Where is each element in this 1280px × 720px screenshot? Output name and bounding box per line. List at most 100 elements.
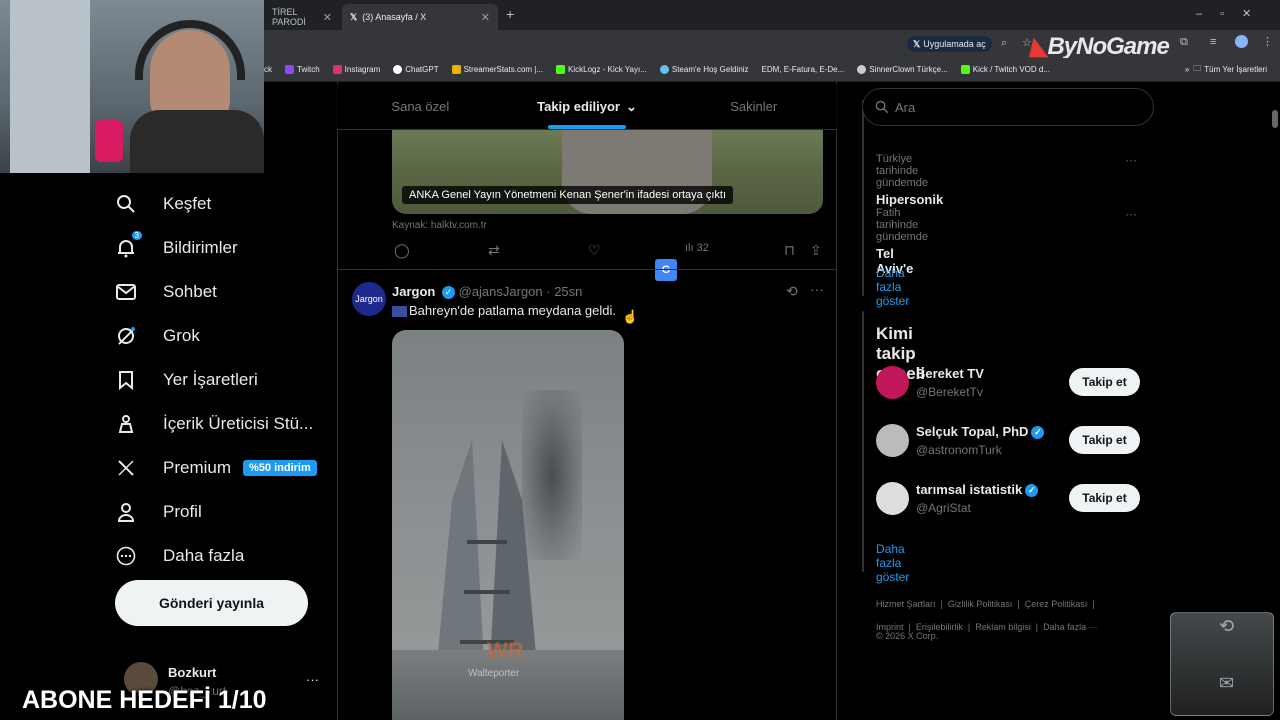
avatar[interactable]: Jargon	[352, 282, 386, 316]
trends-card: Türkiye tarihinde gündemde Hipersonik ··…	[862, 100, 1137, 308]
globe-icon	[857, 65, 867, 74]
kick-icon	[960, 65, 970, 74]
tab-for-you[interactable]: Sana özel	[337, 84, 504, 129]
search-icon	[115, 193, 137, 215]
close-tab-icon[interactable]: ✕	[323, 11, 332, 24]
follow-button[interactable]: Takip et	[1069, 426, 1140, 454]
bookmark-item[interactable]: KickLogz - Kick Yayı...	[556, 65, 647, 74]
twitch-icon	[285, 65, 294, 74]
reply-icon[interactable]: ◯	[394, 242, 410, 259]
window-controls[interactable]: –▫✕	[1196, 7, 1269, 20]
views-icon: ılı	[685, 242, 694, 254]
image-watermark: WR	[487, 638, 524, 663]
browser-tab-active[interactable]: 𝕏 (3) Anasayfa / X ✕	[342, 4, 498, 30]
author-name[interactable]: Jargon	[392, 284, 435, 299]
search-icon	[875, 100, 889, 114]
nav-item-bookmarks[interactable]: Yer İşaretleri	[115, 358, 325, 402]
more-icon[interactable]: ···	[810, 281, 824, 297]
bookmarks-overflow-icon[interactable]: »	[1185, 65, 1189, 74]
divider	[338, 269, 836, 270]
google-translate-icon[interactable]: G	[655, 259, 677, 281]
tab-residents[interactable]: Sakinler	[670, 84, 837, 129]
nav-item-creator-studio[interactable]: İçerik Üreticisi Stü...	[115, 402, 325, 446]
bynogame-logo-icon: ◣	[1030, 33, 1048, 60]
bookmark-item[interactable]: SinnerClown Türkçe...	[857, 65, 948, 74]
browser-tab[interactable]: TİREL PARODİ ✕	[264, 4, 340, 30]
all-bookmarks-folder[interactable]: 🗀 Tüm Yer İşaretleri	[1193, 63, 1267, 77]
tab-following[interactable]: Takip ediliyor ⌄	[504, 84, 671, 129]
bookmark-item[interactable]: Steam'e Hoş Geldiniz	[659, 65, 749, 74]
account-more-icon[interactable]: ···	[306, 672, 319, 687]
subscriber-goal-overlay: ABONE HEDEFİ 1/10	[22, 686, 267, 714]
trend-more-icon[interactable]: ···	[1125, 207, 1137, 221]
bookmark-item[interactable]: ChatGPT	[393, 65, 439, 74]
page-scrollbar[interactable]	[1272, 110, 1278, 128]
avatar	[876, 482, 909, 515]
close-tab-icon[interactable]: ✕	[481, 11, 490, 24]
profile-avatar[interactable]	[1235, 35, 1248, 48]
nav-item-profile[interactable]: Profil	[115, 490, 325, 534]
tweet-media-image[interactable]: ANKA Genel Yayın Yönetmeni Kenan Şener'i…	[392, 130, 823, 214]
tweet-time[interactable]: · 25sn	[546, 284, 582, 299]
messages-floating-icon[interactable]: ✉	[1219, 673, 1234, 694]
views-stat[interactable]: ılı 32	[685, 242, 709, 254]
image-credit: Walteporter	[468, 668, 520, 679]
follow-button[interactable]: Takip et	[1069, 484, 1140, 512]
headset	[135, 20, 245, 80]
bynogame-watermark: ◣ByNoGame	[1030, 33, 1170, 60]
link-source[interactable]: Kaynak: halktv.com.tr	[392, 220, 487, 231]
bookmark-item[interactable]: Kick / Twitch VOD d...	[960, 65, 1050, 74]
webcam-overlay	[0, 0, 264, 173]
footer-link[interactable]: Hizmet Şartları	[876, 599, 936, 609]
bookmark-item[interactable]: EDM, E-Fatura, E-De...	[762, 65, 845, 74]
share-icon[interactable]: ⇪	[810, 242, 822, 259]
post-button[interactable]: Gönderi yayınla	[115, 580, 308, 626]
bookmark-icon[interactable]: ⊓	[784, 242, 795, 259]
grok-floating-icon[interactable]: ⟲	[1219, 616, 1234, 637]
follow-suggestion[interactable]: Selçuk Topal, PhD ✓ @astronomTurk Takip e…	[876, 422, 1144, 462]
bookmark-icon	[115, 369, 137, 391]
follow-suggestion[interactable]: tarımsal istatistik ✓ @AgriStat Takip et	[876, 480, 1144, 520]
bookmark-item[interactable]: Instagram	[332, 65, 380, 74]
verified-badge-icon: ✓	[1031, 426, 1045, 440]
playlist-icon[interactable]: ≡	[1210, 36, 1216, 48]
search-input[interactable]: Ara	[862, 88, 1154, 126]
author-handle[interactable]: @ajansJargon	[459, 284, 543, 299]
left-navigation: Keşfet 3 Bildirimler Sohbet Grok Yer İşa…	[115, 182, 325, 578]
footer-link[interactable]: Daha fazla ···	[1043, 622, 1098, 632]
nav-item-explore[interactable]: Keşfet	[115, 182, 325, 226]
trend-more-icon[interactable]: ···	[1125, 153, 1137, 167]
folder-icon: 🗀	[1193, 63, 1202, 73]
show-more-trends-link[interactable]: Daha fazla göster	[876, 266, 909, 308]
extensions-icon[interactable]: ⧉	[1180, 36, 1188, 49]
new-tab-button[interactable]: +	[506, 6, 514, 22]
nav-item-more[interactable]: Daha fazla	[115, 534, 325, 578]
menu-kebab-icon[interactable]: ⋮	[1262, 35, 1273, 48]
show-more-suggestions-link[interactable]: Daha fazla göster	[876, 542, 909, 584]
like-icon[interactable]: ♡	[588, 242, 601, 259]
mail-icon	[115, 281, 137, 303]
footer-link[interactable]: Çerez Politikası	[1025, 599, 1088, 609]
footer-link[interactable]: Reklam bilgisi	[975, 622, 1031, 632]
open-in-app-pill[interactable]: 𝕏 Uygulamada aç	[907, 36, 992, 52]
x-logo-icon	[115, 457, 137, 479]
nav-item-grok[interactable]: Grok	[115, 314, 325, 358]
tweet-video-image[interactable]: WR Walteporter	[392, 330, 624, 720]
footer-link[interactable]: Gizlilik Politikası	[948, 599, 1013, 609]
bookmark-item[interactable]: ck	[264, 65, 272, 74]
follow-button[interactable]: Takip et	[1069, 368, 1140, 396]
follow-suggestion[interactable]: Bereket TV @BereketTv Takip et	[876, 364, 1144, 404]
retweet-icon[interactable]: ⇄	[488, 242, 500, 259]
avatar	[876, 424, 909, 457]
nav-item-premium[interactable]: Premium %50 indirim	[115, 446, 325, 490]
nav-item-notifications[interactable]: 3 Bildirimler	[115, 226, 325, 270]
streamerstats-icon	[451, 65, 461, 74]
zoom-icon[interactable]: ⌕	[1001, 37, 1007, 50]
bookmark-item[interactable]: StreamerStats.com |...	[451, 65, 543, 74]
grok-explain-icon[interactable]: ⟲	[786, 283, 798, 300]
trend-item[interactable]: Türkiye tarihinde gündemde Hipersonik	[876, 153, 943, 207]
bookmark-item[interactable]: Twitch	[285, 65, 320, 74]
tweet-text: Bahreyn'de patlama meydana geldi.	[392, 303, 616, 318]
nav-item-messages[interactable]: Sohbet	[115, 270, 325, 314]
verified-badge-icon: ✓	[441, 286, 455, 300]
